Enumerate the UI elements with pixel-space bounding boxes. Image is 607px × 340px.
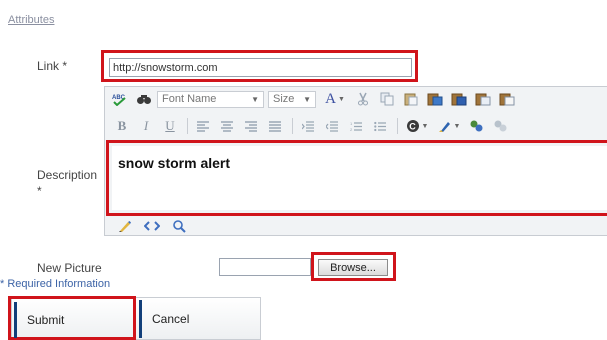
align-left-icon[interactable] — [192, 116, 214, 136]
justify-icon[interactable] — [264, 116, 286, 136]
submit-button[interactable]: Submit — [14, 302, 132, 338]
new-picture-label: New Picture — [37, 261, 102, 275]
align-center-icon[interactable] — [216, 116, 238, 136]
description-highlight-box: snow storm alert — [106, 140, 607, 216]
ordered-list-icon[interactable]: 12 — [345, 116, 367, 136]
submit-highlight-box: Submit — [8, 296, 136, 340]
cut-icon[interactable] — [352, 89, 374, 109]
chevron-down-icon: ▼ — [251, 94, 259, 104]
required-asterisk: * — [37, 184, 42, 198]
bold-icon[interactable]: B — [111, 116, 133, 136]
outdent-icon[interactable] — [321, 116, 343, 136]
design-mode-icon[interactable] — [118, 219, 132, 236]
description-editor-area[interactable]: snow storm alert — [112, 146, 607, 210]
paste-word-icon[interactable] — [448, 89, 470, 109]
size-dropdown[interactable]: Size ▼ — [268, 90, 316, 108]
toolbar-divider — [292, 118, 293, 134]
bullet-list-icon[interactable] — [369, 116, 391, 136]
toolbar-row-1: ABC Font Name ▼ Size ▼ A ▼ — [105, 87, 520, 111]
size-label: Size — [273, 93, 295, 105]
svg-text:1: 1 — [350, 121, 353, 126]
underline-icon[interactable]: U — [159, 116, 181, 136]
highlight-icon[interactable]: ▼ — [434, 116, 464, 136]
unlink-icon[interactable] — [490, 116, 512, 136]
font-name-label: Font Name — [162, 93, 217, 105]
svg-text:2: 2 — [350, 127, 353, 132]
cancel-button[interactable]: Cancel — [139, 300, 260, 338]
paste-icon[interactable] — [400, 89, 422, 109]
browse-button[interactable]: Browse... — [318, 259, 388, 276]
link-label: Link * — [37, 59, 68, 73]
toolbar-row-2: B I U 12 C ▼ ▼ — [105, 114, 514, 138]
symbol-icon[interactable]: C ▼ — [402, 116, 432, 136]
align-right-icon[interactable] — [240, 116, 262, 136]
browse-highlight-box: Browse... — [311, 252, 396, 281]
link-icon[interactable] — [466, 116, 488, 136]
spellcheck-icon[interactable]: ABC — [109, 89, 131, 109]
link-input[interactable] — [109, 58, 412, 77]
file-path-input[interactable] — [219, 258, 311, 276]
required-information-note: * Required Information — [0, 278, 111, 290]
find-icon[interactable] — [133, 89, 155, 109]
html-mode-icon[interactable] — [143, 219, 161, 236]
svg-text:C: C — [409, 121, 416, 131]
preview-mode-icon[interactable] — [172, 219, 186, 236]
italic-icon[interactable]: I — [135, 116, 157, 136]
chevron-down-icon: ▼ — [303, 94, 311, 104]
paste-clipboard-icon[interactable] — [496, 89, 518, 109]
description-label: Description * — [37, 167, 97, 199]
toolbar-divider — [187, 118, 188, 134]
editor-mode-bar — [118, 219, 186, 236]
toolbar-divider — [397, 118, 398, 134]
font-color-icon[interactable]: A ▼ — [320, 89, 350, 109]
attributes-link[interactable]: Attributes — [8, 14, 54, 26]
link-highlight-box — [101, 50, 418, 82]
paste-text-icon[interactable] — [424, 89, 446, 109]
indent-icon[interactable] — [297, 116, 319, 136]
paste-html-icon[interactable] — [472, 89, 494, 109]
font-name-dropdown[interactable]: Font Name ▼ — [157, 90, 264, 108]
copy-icon[interactable] — [376, 89, 398, 109]
description-label-text: Description — [37, 168, 98, 182]
